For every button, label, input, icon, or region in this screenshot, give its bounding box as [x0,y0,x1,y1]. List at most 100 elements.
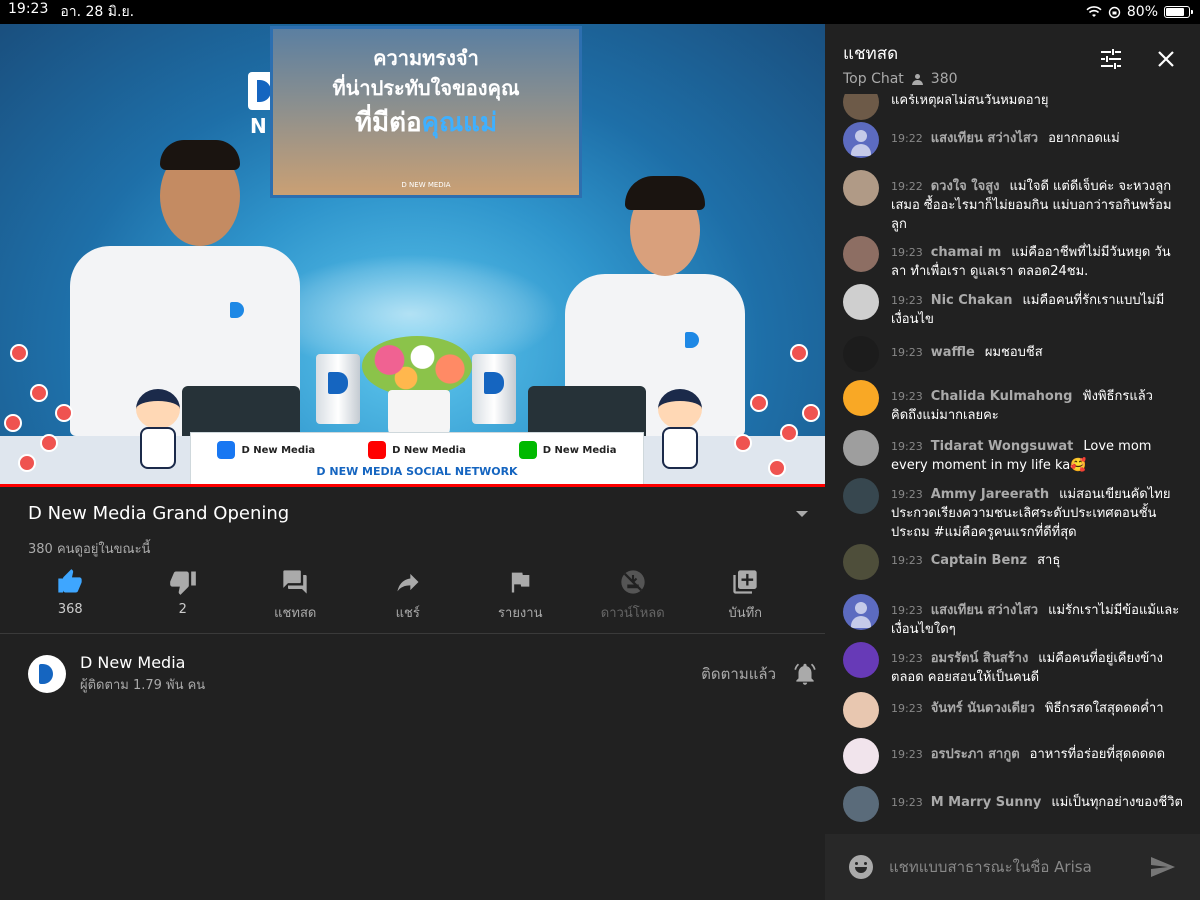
live-chat-panel: แชทสด Top Chat 380 แคร์เหตุผลไม่สนวันหมด… [825,24,1200,900]
live-chat-button[interactable]: แชทสด [239,568,352,623]
live-chat-label: แชทสด [274,606,317,621]
viewer-count: 380 คนดูอยู่ในขณะนี้ [28,542,151,557]
chat-message[interactable]: 19:23 อรประภา สากูต อาหารที่อร่อยที่สุดดดด… [843,738,1183,774]
chat-avatar[interactable] [843,642,879,678]
chat-timestamp: 19:23 [891,346,923,359]
video-player[interactable]: N ความทรงจำ ที่น่าประทับใจของคุณ ที่มีต่… [0,24,825,487]
poster-line-1: ความทรงจำ [373,46,479,70]
progress-bar[interactable] [0,484,825,487]
hearts-right [720,344,825,484]
chat-author[interactable]: อมรรัตน์ สินสร้าง [931,651,1029,666]
chat-message-body: 19:23 Captain Benz สาธุ [891,544,1060,580]
subscribed-button[interactable]: ติดตามแล้ว [701,662,776,686]
chat-author[interactable]: waffle [931,345,975,360]
chat-author[interactable]: อรประภา สากูต [931,747,1020,762]
save-button[interactable]: บันทึก [689,568,802,623]
chat-author[interactable]: chamai m [931,245,1002,260]
expand-description-icon[interactable] [796,510,808,517]
download-button[interactable]: ดาวน์โหลด [577,568,690,623]
chat-timestamp: 19:23 [891,390,923,403]
send-icon[interactable] [1150,856,1176,878]
chat-timestamp: 19:23 [891,652,923,665]
chat-mode-row[interactable]: Top Chat 380 [843,71,1182,87]
line-item: D New Media [518,441,617,459]
chat-author[interactable]: Chalida Kulmahong [931,389,1073,404]
dislike-button[interactable]: 2 [127,568,240,623]
chat-message[interactable]: 19:23 แสงเทียน สว่างไสว แม่รักเราไม่มีข้อแ… [843,594,1183,639]
chat-message[interactable]: 19:23 waffle ผมชอบชีส [843,336,1183,372]
chat-input[interactable] [889,858,1150,876]
chat-input-bar [825,834,1200,900]
subscriber-count: ผู้ติดตาม 1.79 พัน คน [80,678,206,693]
chat-message-body: แคร์เหตุผลไม่สนวันหมดอายุ [891,94,1049,120]
chat-avatar[interactable] [843,738,879,774]
chat-avatar[interactable] [843,122,879,158]
chat-timestamp: 19:23 [891,554,923,567]
channel-info[interactable]: D New Media ผู้ติดตาม 1.79 พัน คน [80,653,205,695]
notification-bell-icon[interactable] [792,661,818,687]
chat-avatar[interactable] [843,430,879,466]
chat-timestamp: 19:22 [891,180,923,193]
chat-avatar[interactable] [843,692,879,728]
chat-author[interactable]: จันทร์ นันดวงเดียว [931,701,1035,716]
chat-author[interactable]: Nic Chakan [931,293,1013,308]
channel-avatar[interactable] [28,655,66,693]
chat-message[interactable]: 19:23 Tidarat Wongsuwat Love mom every mom… [843,430,1183,475]
chat-message[interactable]: 19:23 Captain Benz สาธุ [843,544,1183,580]
hearts-left [0,344,80,484]
chat-avatar[interactable] [843,594,879,630]
chat-messages[interactable]: แคร์เหตุผลไม่สนวันหมดอายุ 19:22 แสงเทียน ส… [825,94,1200,830]
share-label: แชร์ [395,606,420,621]
chat-message[interactable]: 19:23 Chalida Kulmahong ฟังพิธีกรแล้วคิดถึ… [843,380,1183,425]
close-icon[interactable] [1155,48,1177,70]
chat-avatar[interactable] [843,544,879,580]
chat-author[interactable]: ดวงใจ ใจสูง [931,179,1000,194]
chat-message[interactable]: 19:23 chamai m แม่คืออาชีพที่ไม่มีวันหยุด … [843,236,1183,281]
chat-title: แชทสด [843,44,899,64]
chat-author[interactable]: Captain Benz [931,553,1027,568]
chat-avatar[interactable] [843,236,879,272]
network-text: D NEW MEDIA SOCIAL NETWORK [316,465,518,478]
chat-author[interactable]: M Marry Sunny [931,795,1042,810]
channel-name: D New Media [80,653,186,672]
host-hair [160,140,240,170]
like-button[interactable]: 368 [14,568,127,623]
chat-avatar[interactable] [843,284,879,320]
chat-message-body: 19:22 แสงเทียน สว่างไสว อยากกอดแม่ [891,122,1120,158]
chat-timestamp: 19:22 [891,132,923,145]
chat-message[interactable]: 19:22 แสงเทียน สว่างไสว อยากกอดแม่ [843,122,1183,158]
chat-message[interactable]: 19:23 M Marry Sunny แม่เป็นทุกอย่างของชีวิ… [843,786,1183,822]
video-title-row[interactable]: D New Media Grand Opening [28,503,808,524]
chat-author[interactable]: Ammy Jareerath [931,487,1049,502]
download-label: ดาวน์โหลด [600,606,665,621]
chat-message[interactable]: 19:23 Ammy Jareerath แม่สอนเขียนคัดไทย ประ… [843,478,1183,542]
tumbler [316,354,360,424]
chat-message[interactable]: 19:23 จันทร์ นันดวงเดียว พิธีกรสดใสสุดดดค่… [843,692,1183,728]
chat-avatar[interactable] [843,478,879,514]
chat-author[interactable]: Tidarat Wongsuwat [931,439,1074,454]
chat-message[interactable]: แคร์เหตุผลไม่สนวันหมดอายุ [843,94,1183,120]
chat-text: อาหารที่อร่อยที่สุดดดดด [1029,747,1166,762]
chat-message-body: 19:23 Ammy Jareerath แม่สอนเขียนคัดไทย ประ… [891,478,1183,542]
chat-mode: Top Chat [843,71,904,87]
chat-text: แม่เป็นทุกอย่างของชีวิต [1051,795,1183,810]
status-time: 19:23 [8,1,49,17]
battery-percent: 80% [1126,4,1158,20]
emoji-icon[interactable] [849,855,873,879]
share-button[interactable]: แชร์ [352,568,465,623]
chat-avatar[interactable] [843,786,879,822]
chat-author[interactable]: แสงเทียน สว่างไสว [931,131,1038,146]
facebook-icon [217,441,236,459]
chat-message[interactable]: 19:22 ดวงใจ ใจสูง แม่ใจดี แต่ดีเจ็บค่ะ จะห… [843,170,1183,234]
chat-avatar[interactable] [843,94,879,120]
chat-avatar[interactable] [843,170,879,206]
chat-author[interactable]: แสงเทียน สว่างไสว [931,603,1038,618]
chat-message[interactable]: 19:23 อมรรัตน์ สินสร้าง แม่คือคนที่อยู่เคี… [843,642,1183,687]
filter-settings-icon[interactable] [1099,48,1123,70]
chat-avatar[interactable] [843,380,879,416]
chat-message[interactable]: 19:23 Nic Chakan แม่คือคนที่รักเราแบบไม่มี… [843,284,1183,329]
chat-message-body: 19:23 จันทร์ นันดวงเดียว พิธีกรสดใสสุดดดค่… [891,692,1164,728]
chat-avatar[interactable] [843,336,879,372]
report-button[interactable]: รายงาน [464,568,577,623]
divider [0,633,825,634]
